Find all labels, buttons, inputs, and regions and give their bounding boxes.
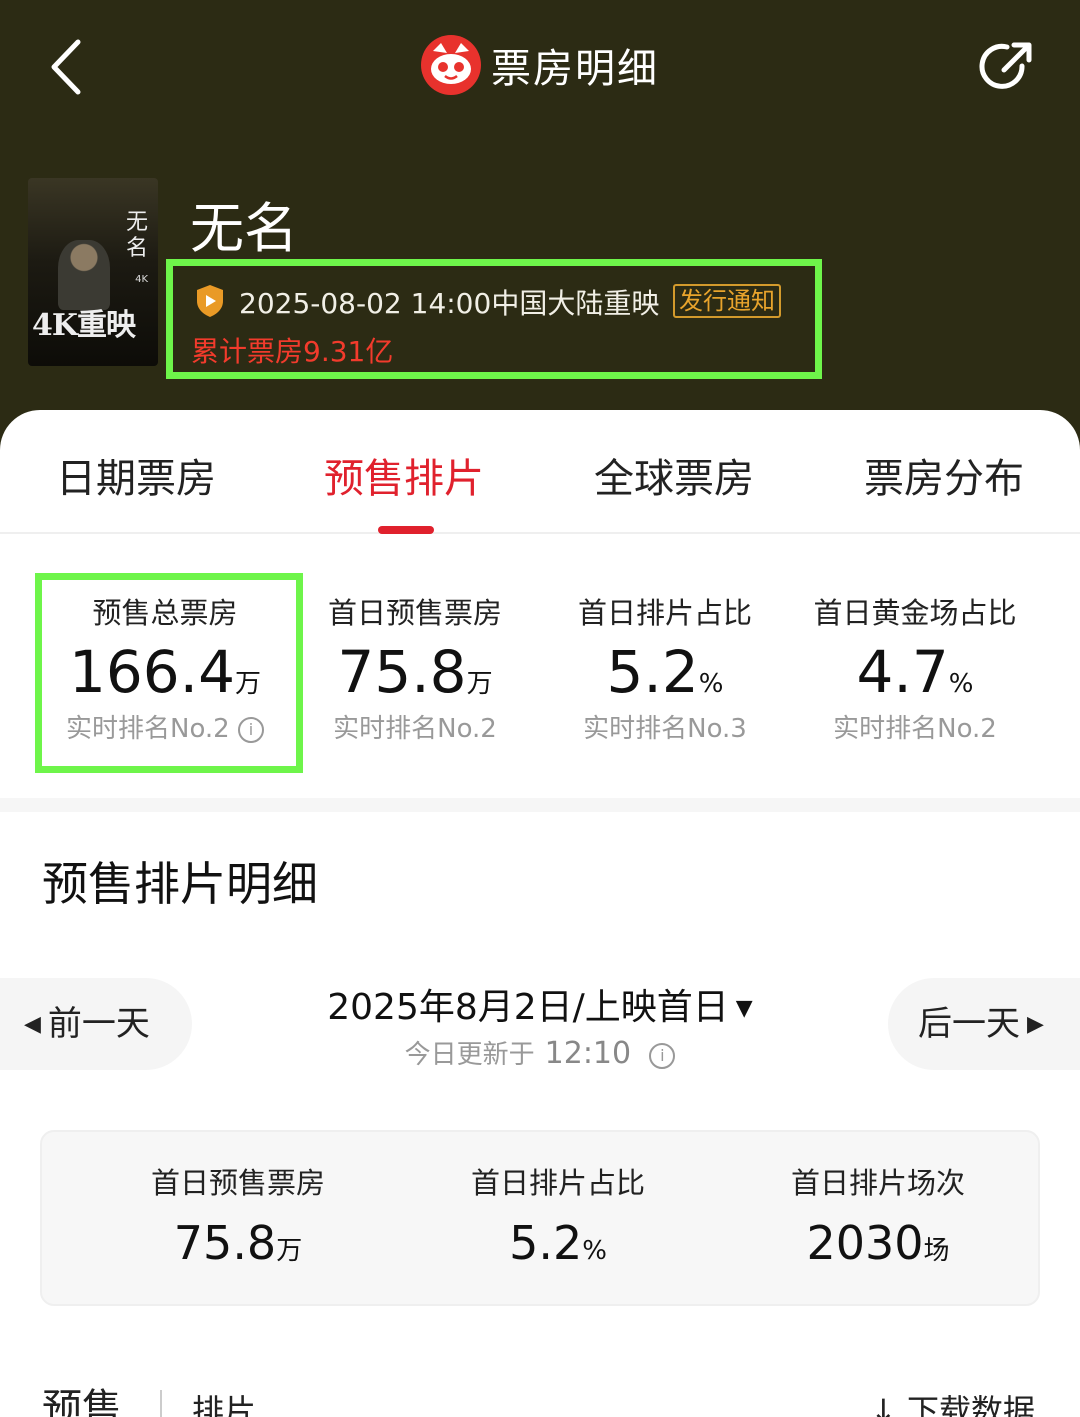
poster-4k-rerelease: 4K重映 <box>32 308 136 343</box>
share-icon <box>979 42 1032 89</box>
stat-rank: 实时排名No.2 <box>833 714 997 744</box>
caret-down-icon: ▼ <box>728 996 753 1021</box>
stat-rank: 实时排名No.2 <box>333 714 497 744</box>
info-icon[interactable]: i <box>649 1043 676 1069</box>
release-notice-link[interactable]: 发行通知 <box>673 284 781 318</box>
stat-first-day-golden-share[interactable]: 首日黄金场占比 4.7% 实时排名No.2 <box>790 570 1040 745</box>
release-date: 2025-08-02 14:00中国大陆重映 <box>239 287 660 320</box>
release-info-highlight: 2025-08-02 14:00中国大陆重映 发行通知 累计票房9.31亿 <box>166 259 822 379</box>
section-title: 预售排片明细 <box>42 857 318 911</box>
summary-first-day-shows: 首日排片场次 2030场 <box>790 1166 965 1270</box>
cat-logo-icon <box>421 35 481 95</box>
content-card: 日期票房 预售排片 全球票房 票房分布 预售总票房 166.4万 实时排名No.… <box>0 410 1080 1417</box>
section-separator <box>0 798 1080 812</box>
total-boxoffice: 累计票房9.31亿 <box>191 335 394 368</box>
movie-title: 无名 <box>190 197 298 260</box>
tab-bar: 日期票房 预售排片 全球票房 票房分布 <box>0 410 1080 534</box>
stat-value: 166.4万 <box>68 638 262 706</box>
stat-label: 预售总票房 <box>92 596 238 630</box>
tab-boxoffice-distribution[interactable]: 票房分布 <box>864 446 1024 504</box>
download-arrow-icon: ↓ <box>870 1392 907 1417</box>
subtab-schedule[interactable]: 排片 <box>192 1386 256 1417</box>
poster-4k-tag: 4K <box>135 274 148 285</box>
stat-rank: 实时排名No.3 <box>583 714 747 744</box>
stat-value: 5.2% <box>606 638 724 706</box>
stat-value: 4.7% <box>856 638 974 706</box>
stat-first-day-schedule-share[interactable]: 首日排片占比 5.2% 实时排名No.3 <box>540 570 790 745</box>
header: 票房明细 无名 4K 4K重映 无名 2025-08-02 14:00中国大陆重… <box>0 0 1080 470</box>
stats-row: 预售总票房 166.4万 实时排名No.2 i 首日预售票房 75.8万 实时排… <box>0 570 1080 790</box>
info-icon[interactable]: i <box>237 717 264 743</box>
summary-first-day-share: 首日排片占比 5.2% <box>470 1166 645 1270</box>
stat-rank: 实时排名No.2 i <box>40 708 290 745</box>
active-tab-indicator <box>378 526 434 534</box>
stat-value: 75.8万 <box>337 638 493 706</box>
stat-label: 首日排片占比 <box>577 596 752 630</box>
tab-global-boxoffice[interactable]: 全球票房 <box>594 446 754 504</box>
nav-title-group: 票房明细 <box>0 30 1080 100</box>
download-data-button[interactable]: ↓ 下载数据 <box>870 1386 1035 1417</box>
caret-right-icon: ▶ <box>1020 1012 1044 1037</box>
poster-vertical-title: 无名 <box>126 210 149 261</box>
tab-presale-schedule[interactable]: 预售排片 <box>324 446 484 504</box>
shield-icon <box>197 285 223 317</box>
summary-box: 首日预售票房 75.8万 首日排片占比 5.2% 首日排片场次 2030场 <box>40 1130 1040 1306</box>
page-title: 票房明细 <box>491 46 659 92</box>
stat-presale-total[interactable]: 预售总票房 166.4万 实时排名No.2 i <box>40 570 290 745</box>
stat-label: 首日黄金场占比 <box>813 596 1017 630</box>
subtab-divider <box>160 1390 162 1417</box>
next-day-button[interactable]: 后一天 ▶ <box>888 978 1080 1070</box>
stat-label: 首日预售票房 <box>327 596 502 630</box>
tab-date-boxoffice[interactable]: 日期票房 <box>56 446 216 504</box>
stat-first-day-presale[interactable]: 首日预售票房 75.8万 实时排名No.2 <box>290 570 540 745</box>
subtab-presale[interactable]: 预售 <box>42 1376 122 1417</box>
summary-first-day-presale: 首日预售票房 75.8万 <box>150 1166 325 1270</box>
share-button[interactable] <box>976 36 1038 98</box>
movie-poster[interactable]: 无名 4K 4K重映 <box>28 178 158 366</box>
